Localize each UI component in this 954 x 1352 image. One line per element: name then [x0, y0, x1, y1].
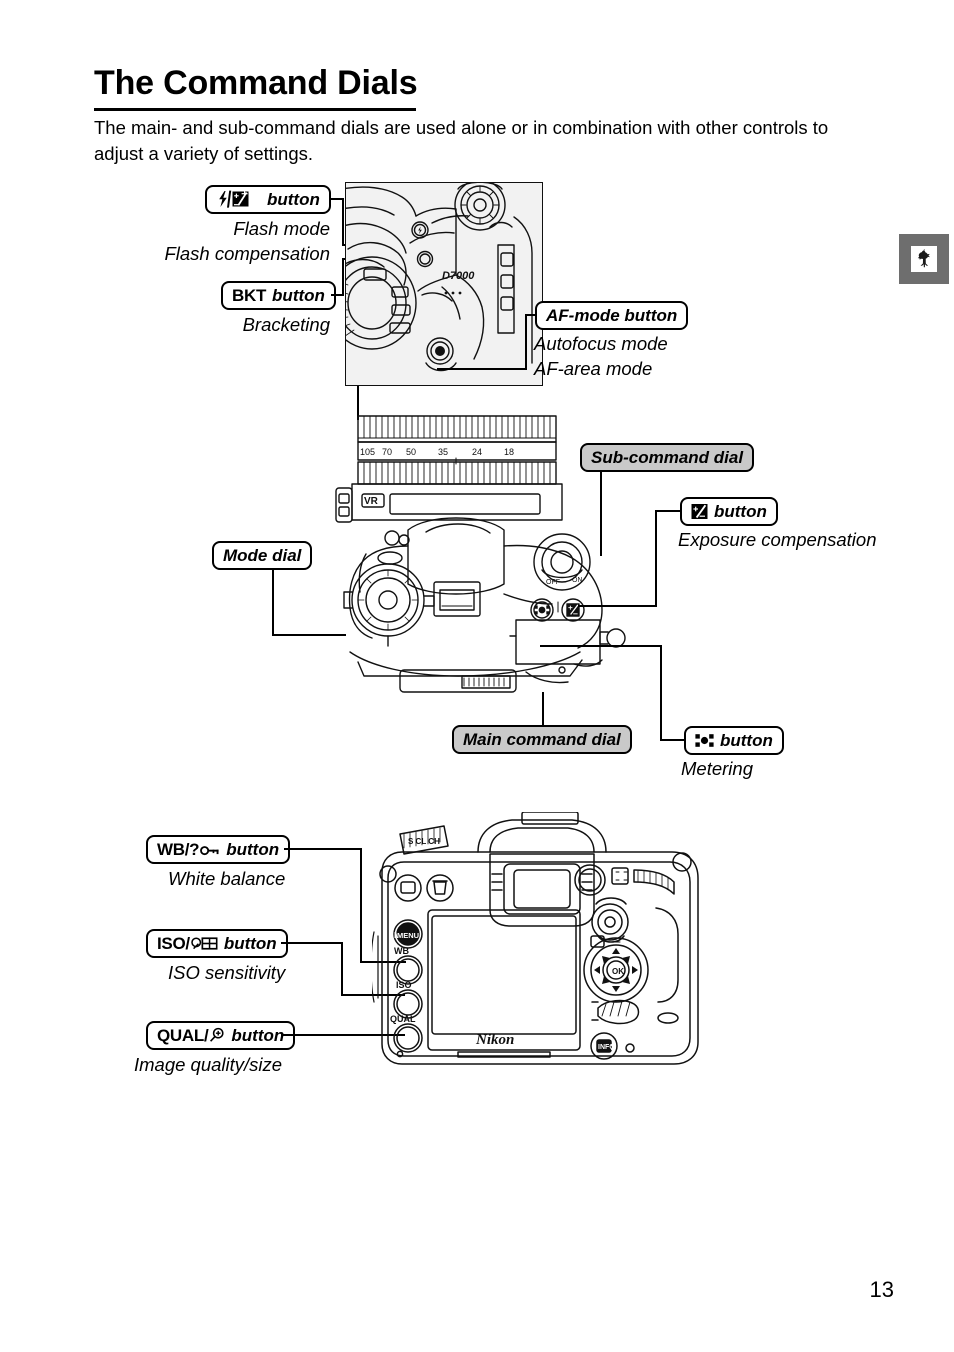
page-title: The Command Dials [94, 64, 418, 111]
leader-metering-h2 [540, 645, 662, 648]
flash-function-2: Flash compensation [164, 243, 330, 264]
svg-text:ON: ON [572, 577, 583, 584]
callout-iso-prefix: ISO/ [157, 933, 190, 953]
svg-text:50: 50 [406, 447, 416, 457]
leader-modedial-v [272, 570, 275, 636]
callout-quality-button: QUAL/ button [146, 1021, 296, 1050]
callout-metering-label: button [720, 730, 773, 750]
leader-expcomp-h1 [655, 510, 681, 513]
leader-iso-h1 [281, 942, 343, 945]
matrix-metering-icon [695, 733, 714, 748]
bkt-function-1: Bracketing [242, 314, 330, 335]
svg-text:ISO: ISO [396, 980, 412, 990]
svg-text:OFF: OFF [546, 579, 560, 586]
callout-bkt-label: button [272, 285, 325, 305]
callout-af-mode-button: AF-mode button [535, 301, 689, 330]
callout-bkt-prefix: BKT [232, 285, 267, 305]
svg-text:24: 24 [472, 447, 482, 457]
camera-rear-view-illustration: WB ISO QUAL MENU OK INFO S CL CH MENU IN… [372, 812, 712, 1074]
leader-iso-v [341, 942, 344, 996]
callout-main-command-dial-label: Main command dial [463, 729, 621, 749]
svg-text:S CL CH: S CL CH [408, 837, 440, 846]
leader-metering-h1 [660, 739, 686, 742]
white-balance-function-1: White balance [168, 868, 286, 889]
callout-bkt-button: BKT button [221, 281, 336, 310]
svg-text:WB: WB [394, 946, 409, 956]
leader-modedial-h [272, 634, 346, 637]
flash-function-1: Flash mode [233, 218, 330, 239]
metering-function-1: Metering [681, 758, 753, 779]
exposure-compensation-function-1: Exposure compensation [678, 529, 877, 550]
callout-mode-dial-label: Mode dial [223, 545, 302, 565]
flash-compensation-icon [216, 190, 262, 208]
svg-text:VR: VR [364, 496, 379, 507]
callout-iso-button: ISO/ button [146, 929, 288, 958]
svg-text:QUAL: QUAL [390, 1014, 416, 1024]
callout-main-command-dial: Main command dial [452, 725, 632, 754]
leader-wb-v [360, 848, 363, 963]
leader-subdial-v [600, 472, 603, 556]
svg-text:35: 35 [438, 447, 448, 457]
page-number: 13 [869, 1277, 894, 1302]
callout-metering-button: button [684, 726, 784, 755]
iso-function-1: ISO sensitivity [168, 962, 286, 983]
callout-iso-label: button [223, 933, 277, 953]
svg-text:INFO: INFO [598, 1044, 615, 1051]
svg-text:105: 105 [360, 447, 375, 457]
af-mode-function-2: AF-area mode [534, 358, 653, 379]
leader-expcomp-h2 [578, 605, 657, 608]
weathervane-rooster-icon [911, 246, 937, 272]
callout-qual-label: button [231, 1025, 285, 1045]
af-mode-function-1: Autofocus mode [534, 333, 668, 354]
callout-wb-prefix: WB/? [157, 839, 200, 859]
camera-top-detail-illustration: D7000 [345, 182, 543, 386]
zoom-in-icon [209, 1027, 225, 1043]
callout-wb-label: button [226, 839, 280, 859]
callout-exposure-compensation-button: button [680, 497, 778, 526]
quality-function-1: Image quality/size [134, 1054, 283, 1075]
callout-sub-command-dial-label: Sub-command dial [591, 447, 744, 467]
svg-text:MENU: MENU [397, 931, 419, 940]
key-protect-icon [200, 843, 220, 856]
callout-mode-dial: Mode dial [212, 541, 313, 570]
section-tab [899, 234, 949, 284]
intro-paragraph: The main- and sub-command dials are used… [94, 117, 829, 164]
svg-text:OK: OK [612, 967, 624, 976]
svg-text:70: 70 [382, 447, 392, 457]
callout-white-balance-button: WB/? button [146, 835, 291, 864]
zoom-out-thumbnail-icon [191, 936, 218, 951]
callout-qual-prefix: QUAL/ [157, 1025, 209, 1045]
leader-metering-v [660, 645, 663, 741]
callout-af-mode-label: AF-mode button [546, 305, 678, 325]
svg-text:D7000: D7000 [442, 270, 475, 282]
callout-sub-command-dial: Sub-command dial [580, 443, 755, 472]
callout-exposure-compensation-label: button [714, 501, 767, 521]
leader-wb-h1 [284, 848, 362, 851]
leader-afmode-h2 [437, 368, 527, 371]
leader-maindial-v [542, 692, 545, 726]
svg-text:Nikon: Nikon [475, 1032, 514, 1048]
exposure-compensation-icon [691, 503, 708, 520]
svg-text:18: 18 [504, 447, 514, 457]
callout-flash-button: button [205, 185, 331, 214]
leader-afmode-v [525, 314, 528, 370]
leader-expcomp-v [655, 510, 658, 607]
callout-flash-label: button [267, 189, 320, 209]
